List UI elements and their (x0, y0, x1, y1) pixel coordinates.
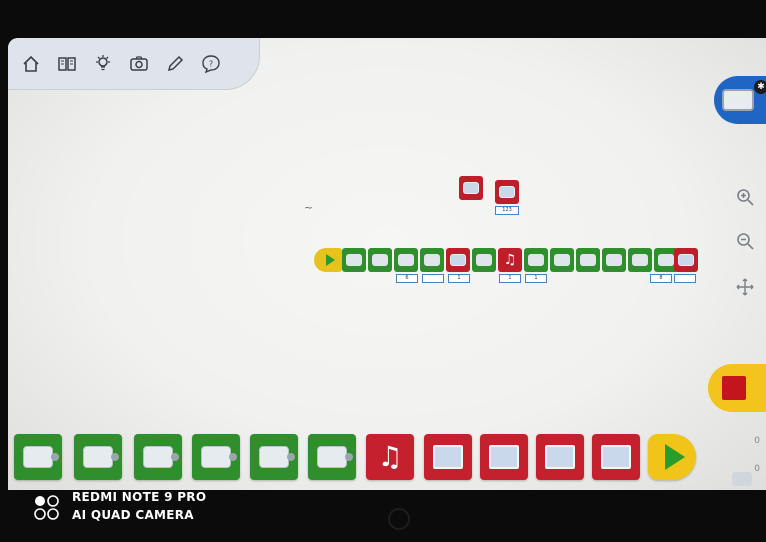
cursor-mark: ~ (304, 201, 314, 214)
watermark-camera: AI QUAD CAMERA (72, 508, 194, 522)
motor-power-block[interactable] (308, 434, 356, 480)
watermark-model: REDMI NOTE 9 PRO (72, 490, 207, 504)
block-palette: ♫ (8, 426, 766, 490)
app-screen: ? ✱ 123 ~ ♫ 6 1 1 1 8 ♫ 0 0 (8, 38, 766, 490)
motor-stop-block[interactable] (134, 434, 182, 480)
chain-start-block[interactable] (314, 248, 342, 272)
play-icon (665, 444, 685, 470)
number-input[interactable]: 123 (495, 206, 519, 215)
chain-motor-block[interactable] (394, 248, 418, 272)
home-icon[interactable] (18, 51, 44, 77)
sensor-count: 0 (754, 436, 760, 446)
photo-frame: ? ✱ 123 ~ ♫ 6 1 1 1 8 ♫ 0 0 REDMI NOTE 9… (0, 0, 766, 542)
motor-speed-block[interactable] (14, 434, 62, 480)
display-clear-block[interactable] (592, 434, 640, 480)
svg-text:?: ? (209, 59, 213, 68)
chain-motor-block[interactable] (472, 248, 496, 272)
stop-button[interactable] (708, 364, 766, 412)
chain-motor-block[interactable] (368, 248, 392, 272)
block-input[interactable] (674, 274, 696, 283)
zoom-out-icon[interactable] (734, 230, 756, 252)
block-input[interactable] (422, 274, 444, 283)
sensor-icon (732, 472, 752, 486)
start-block[interactable] (648, 434, 696, 480)
block-input[interactable]: 1 (525, 274, 547, 283)
chain-motor-block[interactable] (524, 248, 548, 272)
chain-motor-block[interactable] (550, 248, 574, 272)
camera-icon[interactable] (126, 51, 152, 77)
chain-sound-block[interactable]: ♫ (498, 248, 522, 272)
chain-motor-block[interactable] (420, 248, 444, 272)
block-input[interactable]: 6 (396, 274, 418, 283)
chain-motor-block[interactable] (342, 248, 366, 272)
zoom-in-icon[interactable] (734, 186, 756, 208)
book-icon[interactable] (54, 51, 80, 77)
pan-icon[interactable] (734, 276, 756, 298)
chain-motor-block[interactable] (602, 248, 626, 272)
display-number-block[interactable] (480, 434, 528, 480)
motor-counterclockwise-block[interactable] (192, 434, 240, 480)
camera-logo-icon (34, 495, 59, 520)
chain-display-block[interactable] (446, 248, 470, 272)
display-add-block[interactable] (536, 434, 584, 480)
motor-wait-block[interactable] (74, 434, 122, 480)
lightbulb-icon[interactable] (90, 51, 116, 77)
display-image-block[interactable] (459, 176, 483, 200)
hub-icon (722, 89, 754, 111)
device-home-button (388, 508, 410, 530)
bluetooth-icon: ✱ (754, 80, 766, 94)
stop-icon (722, 376, 746, 400)
sensor-count: 0 (754, 464, 760, 474)
display-number-block[interactable] (495, 180, 519, 204)
sound-block[interactable]: ♫ (366, 434, 414, 480)
motor-clockwise-block[interactable] (250, 434, 298, 480)
note-icon: ♫ (377, 440, 403, 473)
help-icon[interactable]: ? (198, 51, 224, 77)
pencil-icon[interactable] (162, 51, 188, 77)
display-image-block[interactable] (424, 434, 472, 480)
hub-connection-button[interactable]: ✱ (714, 76, 766, 124)
note-icon: ♫ (503, 252, 517, 268)
block-input[interactable]: 1 (499, 274, 521, 283)
block-input[interactable]: 8 (650, 274, 672, 283)
top-toolbar: ? (8, 38, 260, 90)
chain-motor-block[interactable] (576, 248, 600, 272)
block-input[interactable]: 1 (448, 274, 470, 283)
chain-motor-block[interactable] (628, 248, 652, 272)
chain-display-block[interactable] (674, 248, 698, 272)
